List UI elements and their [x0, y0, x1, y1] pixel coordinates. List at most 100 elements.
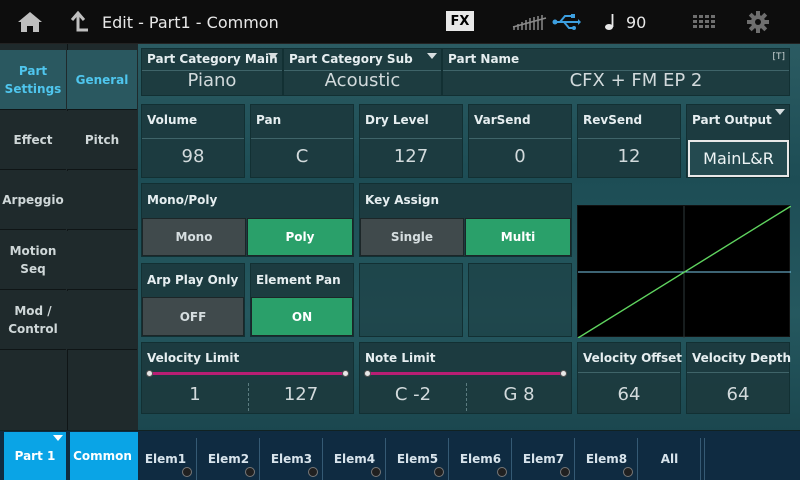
mono-button[interactable]: Mono	[142, 218, 246, 256]
nav-empty-slot	[67, 231, 137, 290]
tab-all[interactable]: All	[639, 438, 701, 480]
element-pan-label: Element Pan	[256, 273, 341, 287]
poly-button[interactable]: Poly	[247, 218, 353, 256]
element-status-dot	[371, 467, 381, 477]
tab-elem8[interactable]: Elem8	[576, 438, 638, 480]
tempo-display[interactable]: 90	[604, 10, 646, 34]
tab-elem-label: Elem6	[459, 452, 502, 466]
nav-arpeggio[interactable]: Arpeggio	[0, 171, 66, 230]
tab-elem2[interactable]: Elem2	[198, 438, 260, 480]
element-status-dot	[623, 467, 633, 477]
volume[interactable]: Volume 98	[141, 104, 245, 178]
part-category-main[interactable]: Part Category Main Piano	[141, 48, 283, 96]
velocity-depth-value: 64	[726, 384, 750, 405]
nav-pitch-label: Pitch	[84, 133, 120, 147]
empty-cell	[468, 263, 572, 337]
nav-empty-slot	[67, 291, 137, 350]
nav-general-label: General	[75, 72, 129, 87]
tab-elem4[interactable]: Elem4	[324, 438, 386, 480]
tab-elem-label: Elem1	[144, 452, 187, 466]
dropdown-triangle-icon	[268, 53, 278, 59]
multi-button[interactable]: Multi	[465, 218, 571, 256]
rev-send-value: 12	[617, 146, 641, 167]
back-button[interactable]	[66, 8, 92, 36]
divider	[578, 138, 680, 139]
dropdown-triangle-icon	[53, 435, 63, 441]
part-name[interactable]: Part Name [T] CFX + FM EP 2	[442, 48, 790, 96]
velocity-limit-label: Velocity Limit	[147, 351, 240, 365]
fx-indicator[interactable]: FX	[446, 11, 474, 31]
tab-elem7[interactable]: Elem7	[513, 438, 575, 480]
velocity-limit-high: 127	[283, 384, 319, 405]
nav-arpeggio-label: Arpeggio	[2, 193, 64, 207]
tab-elem6[interactable]: Elem6	[450, 438, 512, 480]
var-send-value: 0	[514, 146, 526, 167]
note-limit-low-handle[interactable]	[364, 370, 371, 377]
nav-motion-seq[interactable]: Motion Seq	[0, 231, 66, 290]
tab-common[interactable]: Common	[70, 432, 135, 480]
tab-part-label: Part 1	[14, 449, 56, 463]
audio-meter	[512, 12, 548, 32]
velocity-offset-value: 64	[617, 384, 641, 405]
nav-pitch[interactable]: Pitch	[67, 111, 137, 170]
pan[interactable]: Pan C	[250, 104, 354, 178]
tab-elem-label: Elem2	[207, 452, 250, 466]
nav-mod-control-label: Mod / Control	[8, 304, 58, 336]
tab-part[interactable]: Part 1	[4, 432, 66, 480]
dropdown-triangle-icon	[775, 109, 785, 115]
nav-general[interactable]: General	[67, 50, 137, 110]
part-output-selector[interactable]: MainL&R	[688, 140, 789, 177]
divider	[360, 138, 462, 139]
dry-level[interactable]: Dry Level 127	[359, 104, 463, 178]
rev-send-label: RevSend	[583, 113, 643, 127]
settings-button[interactable]	[744, 9, 772, 35]
velocity-offset-label: Velocity Offset	[583, 351, 683, 365]
part-category-main-value: Piano	[187, 70, 237, 91]
part-output: Part Output MainL&R	[686, 104, 790, 178]
divider	[469, 138, 571, 139]
nav-mod-control[interactable]: Mod / Control	[0, 291, 66, 350]
note-limit-range-bar[interactable]	[368, 372, 563, 375]
divider	[251, 138, 353, 139]
velocity-limit[interactable]: Velocity Limit 1 127	[141, 342, 354, 414]
pan-value: C	[295, 146, 309, 167]
velocity-offset[interactable]: Velocity Offset 64	[577, 342, 683, 414]
arp-play-only-toggle[interactable]: OFF	[142, 297, 244, 336]
part-name-label: Part Name	[448, 52, 520, 66]
arp-play-only-label: Arp Play Only	[147, 273, 239, 287]
velocity-limit-low-handle[interactable]	[146, 370, 153, 377]
note-limit[interactable]: Note Limit C -2 G 8	[359, 342, 572, 414]
divider	[142, 138, 244, 139]
note-limit-high-handle[interactable]	[560, 370, 567, 377]
volume-label: Volume	[147, 113, 198, 127]
keyboard-button[interactable]	[690, 11, 718, 33]
nav-effect-label: Effect	[13, 133, 53, 147]
home-button[interactable]	[12, 8, 48, 36]
quarter-note-icon	[605, 14, 614, 30]
nav-effect[interactable]: Effect	[0, 111, 66, 170]
velocity-curve-graph	[577, 205, 792, 339]
element-pan-toggle[interactable]: ON	[251, 297, 353, 336]
text-badge: [T]	[772, 52, 785, 62]
velocity-curve-svg	[577, 205, 792, 339]
tab-elem1[interactable]: Elem1	[135, 438, 197, 480]
tab-divider	[704, 438, 705, 480]
gear-icon	[747, 11, 769, 33]
velocity-limit-range-bar[interactable]	[150, 372, 345, 375]
key-assign-label: Key Assign	[365, 193, 440, 207]
tempo-value: 90	[626, 12, 647, 32]
element-status-dot	[308, 467, 318, 477]
rev-send[interactable]: RevSend 12	[577, 104, 681, 178]
tab-common-label: Common	[73, 449, 132, 463]
element-status-dot	[245, 467, 255, 477]
tab-elem5[interactable]: Elem5	[387, 438, 449, 480]
tab-elem-label: Elem4	[333, 452, 376, 466]
nav-part-settings[interactable]: Part Settings	[0, 50, 66, 110]
var-send[interactable]: VarSend 0	[468, 104, 572, 178]
element-status-dot	[560, 467, 570, 477]
single-button[interactable]: Single	[360, 218, 464, 256]
velocity-depth[interactable]: Velocity Depth 64	[686, 342, 791, 414]
velocity-limit-high-handle[interactable]	[342, 370, 349, 377]
tab-elem3[interactable]: Elem3	[261, 438, 323, 480]
part-category-sub[interactable]: Part Category Sub Acoustic	[283, 48, 442, 96]
